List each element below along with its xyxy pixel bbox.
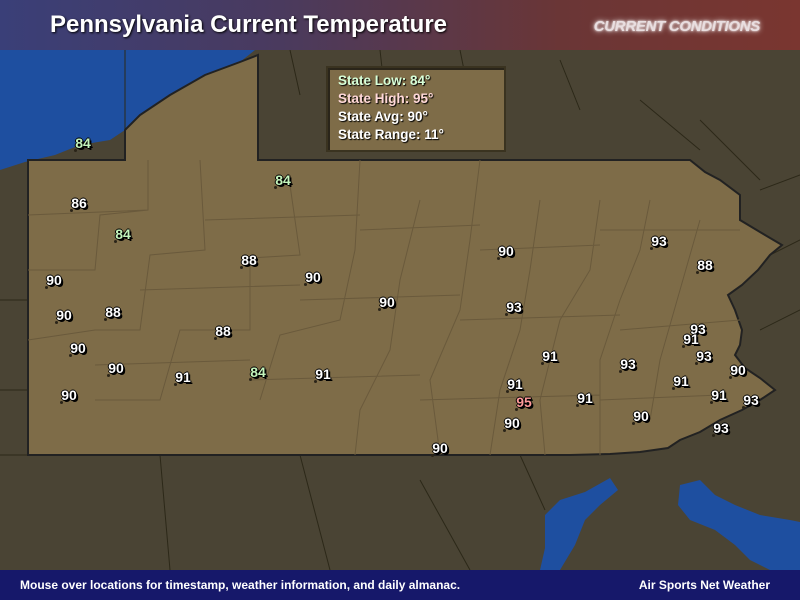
temperature-reading[interactable]: 84 xyxy=(275,172,291,188)
temperature-reading[interactable]: 90 xyxy=(305,269,321,285)
footer-bar: Mouse over locations for timestamp, weat… xyxy=(0,570,800,600)
temperature-reading[interactable]: 84 xyxy=(250,364,266,380)
temperature-reading[interactable]: 91 xyxy=(577,390,593,406)
temperature-reading[interactable]: 91 xyxy=(542,348,558,364)
temperature-reading[interactable]: 88 xyxy=(241,252,257,268)
temperature-reading[interactable]: 90 xyxy=(730,362,746,378)
temperature-reading[interactable]: 91 xyxy=(175,369,191,385)
temperature-reading[interactable]: 90 xyxy=(379,294,395,310)
temperature-reading[interactable]: 84 xyxy=(75,135,91,151)
temperature-reading[interactable]: 90 xyxy=(432,440,448,456)
page-title: Pennsylvania Current Temperature xyxy=(50,11,448,38)
state-range: State Range: 11° xyxy=(338,127,444,142)
state-low: State Low: 84° xyxy=(338,73,431,88)
temperature-reading[interactable]: 90 xyxy=(56,307,72,323)
temperature-reading[interactable]: 90 xyxy=(108,360,124,376)
temperature-reading[interactable]: 93 xyxy=(713,420,729,436)
temperature-reading[interactable]: 93 xyxy=(620,356,636,372)
temperature-reading[interactable]: 91 xyxy=(683,331,699,347)
temperature-reading[interactable]: 90 xyxy=(633,408,649,424)
temperature-reading[interactable]: 84 xyxy=(115,226,131,242)
temperature-reading[interactable]: 95 xyxy=(516,394,532,410)
temperature-reading[interactable]: 93 xyxy=(743,392,759,408)
temperature-reading[interactable]: 90 xyxy=(70,340,86,356)
map-stage: Pennsylvania Current Temperature CURRENT… xyxy=(0,0,800,600)
temperature-reading[interactable]: 90 xyxy=(61,387,77,403)
temperature-reading[interactable]: 91 xyxy=(711,387,727,403)
header-bar: Pennsylvania Current Temperature CURRENT… xyxy=(0,0,800,50)
footer-instructions: Mouse over locations for timestamp, weat… xyxy=(20,578,461,592)
temperature-reading[interactable]: 93 xyxy=(651,233,667,249)
footer-brand: Air Sports Net Weather xyxy=(638,578,770,592)
state-avg: State Avg: 90° xyxy=(338,109,428,124)
temperature-reading[interactable]: 91 xyxy=(507,376,523,392)
temperature-reading[interactable]: 86 xyxy=(71,195,87,211)
state-stats-box: State Low: 84° State High: 95° State Avg… xyxy=(326,66,506,152)
temperature-reading[interactable]: 90 xyxy=(46,272,62,288)
temperature-reading[interactable]: 88 xyxy=(697,257,713,273)
current-conditions-badge: CURRENT CONDITIONS xyxy=(593,18,761,35)
temperature-reading[interactable]: 90 xyxy=(498,243,514,259)
temperature-reading[interactable]: 91 xyxy=(315,366,331,382)
temperature-reading[interactable]: 93 xyxy=(696,348,712,364)
temperature-reading[interactable]: 90 xyxy=(504,415,520,431)
temperature-reading[interactable]: 93 xyxy=(506,299,522,315)
temperature-reading[interactable]: 91 xyxy=(673,373,689,389)
temperature-reading[interactable]: 88 xyxy=(215,323,231,339)
state-high: State High: 95° xyxy=(338,91,434,106)
temperature-reading[interactable]: 88 xyxy=(105,304,121,320)
